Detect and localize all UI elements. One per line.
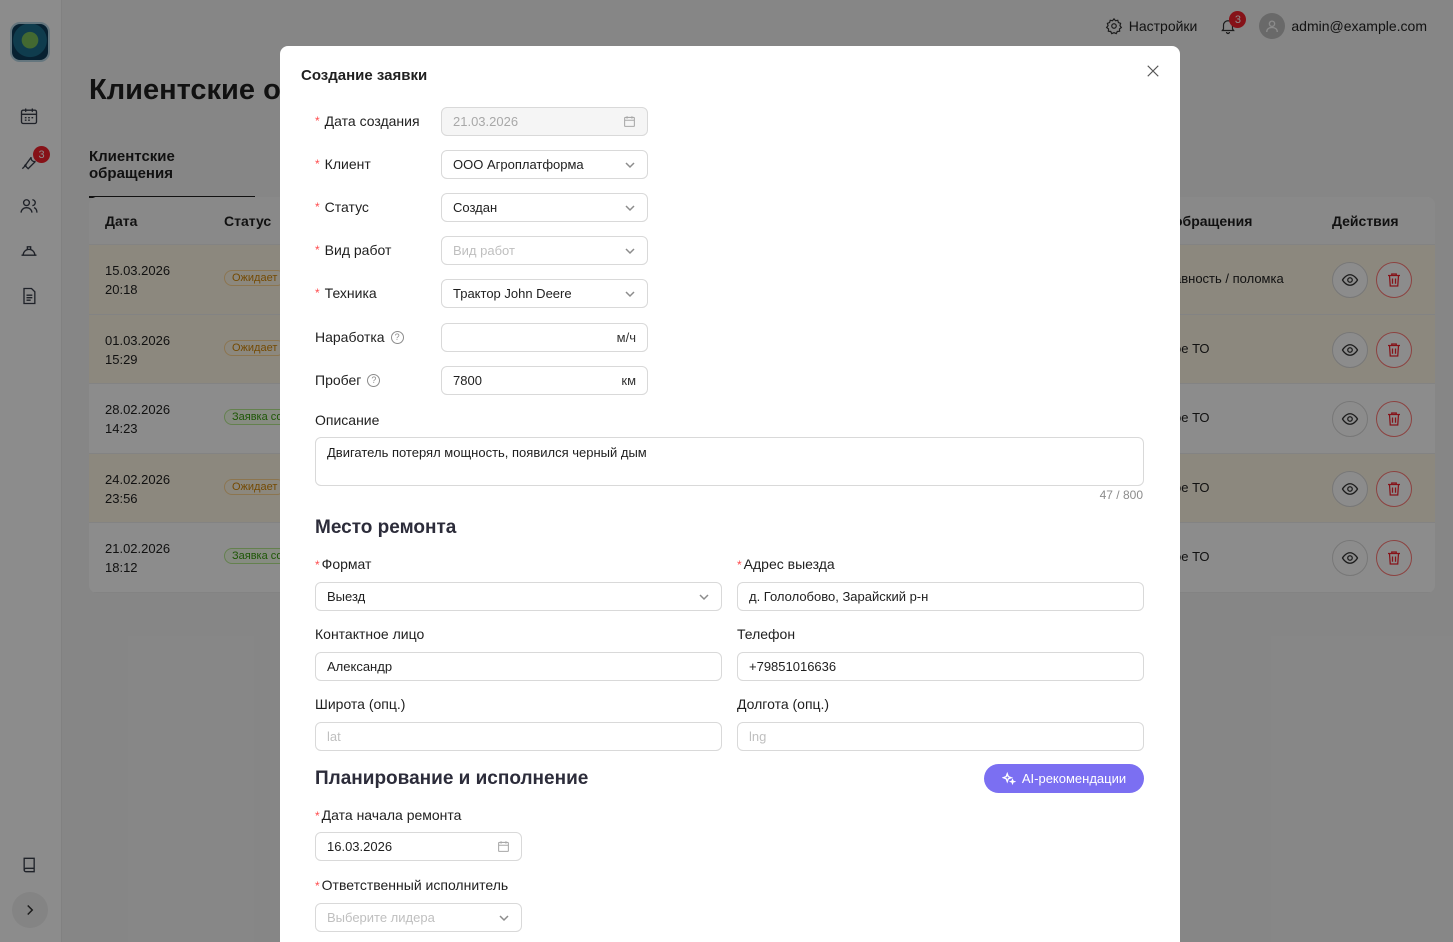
machine-row: * Техника Трактор John Deere <box>315 279 648 308</box>
client-label: Клиент <box>324 156 371 172</box>
calendar-icon <box>498 841 509 852</box>
mileage-input[interactable]: 7800 км <box>441 366 648 395</box>
hours-row: Наработка? м/ч <box>315 323 648 352</box>
status-label: Статус <box>324 199 369 215</box>
ai-recommendations-button[interactable]: AI-рекомендации <box>984 764 1144 793</box>
mileage-label: Пробег <box>315 372 362 388</box>
chevron-down-icon <box>625 290 635 297</box>
work-type-select[interactable]: Вид работ <box>441 236 648 265</box>
hours-suffix: м/ч <box>616 330 636 345</box>
machine-label: Техника <box>324 285 377 301</box>
chevron-down-icon <box>625 161 635 168</box>
lat-input[interactable]: lat <box>315 722 722 751</box>
help-icon[interactable]: ? <box>367 373 381 387</box>
chevron-down-icon <box>699 593 709 600</box>
mileage-row: Пробег? 7800 км <box>315 366 648 395</box>
lat-label: Широта (опц.) <box>315 696 406 712</box>
status-row: * Статус Создан <box>315 193 648 222</box>
lng-input[interactable]: lng <box>737 722 1144 751</box>
close-icon <box>1147 65 1159 77</box>
work-type-label: Вид работ <box>324 242 392 258</box>
phone-input[interactable]: +79851016636 <box>737 652 1144 681</box>
section-repair-place: Место ремонта <box>315 517 457 538</box>
description-counter: 47 / 800 <box>1099 488 1143 502</box>
description-textarea[interactable]: Двигатель потерял мощность, появился чер… <box>315 437 1144 486</box>
format-label: Формат <box>321 556 372 572</box>
hours-input[interactable]: м/ч <box>441 323 648 352</box>
mileage-suffix: км <box>621 373 636 388</box>
chevron-down-icon <box>499 914 509 921</box>
address-label: Адрес выезда <box>743 556 835 572</box>
start-date-label: Дата начала ремонта <box>321 807 462 823</box>
lng-label: Долгота (опц.) <box>737 696 830 712</box>
calendar-icon <box>624 116 635 127</box>
executor-label: Ответственный исполнитель <box>321 877 509 893</box>
executor-select[interactable]: Выберите лидера <box>315 903 522 932</box>
work-type-row: * Вид работ Вид работ <box>315 236 648 265</box>
phone-label: Телефон <box>737 626 796 642</box>
created-date-label: Дата создания <box>324 113 420 129</box>
machine-select[interactable]: Трактор John Deere <box>441 279 648 308</box>
format-select[interactable]: Выезд <box>315 582 722 611</box>
client-row: * Клиент ООО Агроплатформа <box>315 150 648 179</box>
close-button[interactable] <box>1144 62 1162 80</box>
address-input[interactable]: д. Гололобово, Зарайский р-н <box>737 582 1144 611</box>
create-request-modal: Создание заявки * Дата создания 21.03.202… <box>280 46 1180 942</box>
contact-input[interactable]: Александр <box>315 652 722 681</box>
description-label: Описание <box>315 412 380 428</box>
help-icon[interactable]: ? <box>390 330 404 344</box>
created-date-input: 21.03.2026 <box>441 107 648 136</box>
chevron-down-icon <box>625 247 635 254</box>
start-date-input[interactable]: 16.03.2026 <box>315 832 522 861</box>
status-select[interactable]: Создан <box>441 193 648 222</box>
chevron-down-icon <box>625 204 635 211</box>
section-planning: Планирование и исполнение <box>315 768 589 789</box>
hours-label: Наработка <box>315 329 385 345</box>
ai-button-label: AI-рекомендации <box>1021 771 1127 786</box>
created-date-row: * Дата создания 21.03.2026 <box>315 107 648 136</box>
sparkle-icon <box>1001 771 1016 785</box>
contact-label: Контактное лицо <box>315 626 425 642</box>
client-select[interactable]: ООО Агроплатформа <box>441 150 648 179</box>
modal-title: Создание заявки <box>301 67 428 84</box>
